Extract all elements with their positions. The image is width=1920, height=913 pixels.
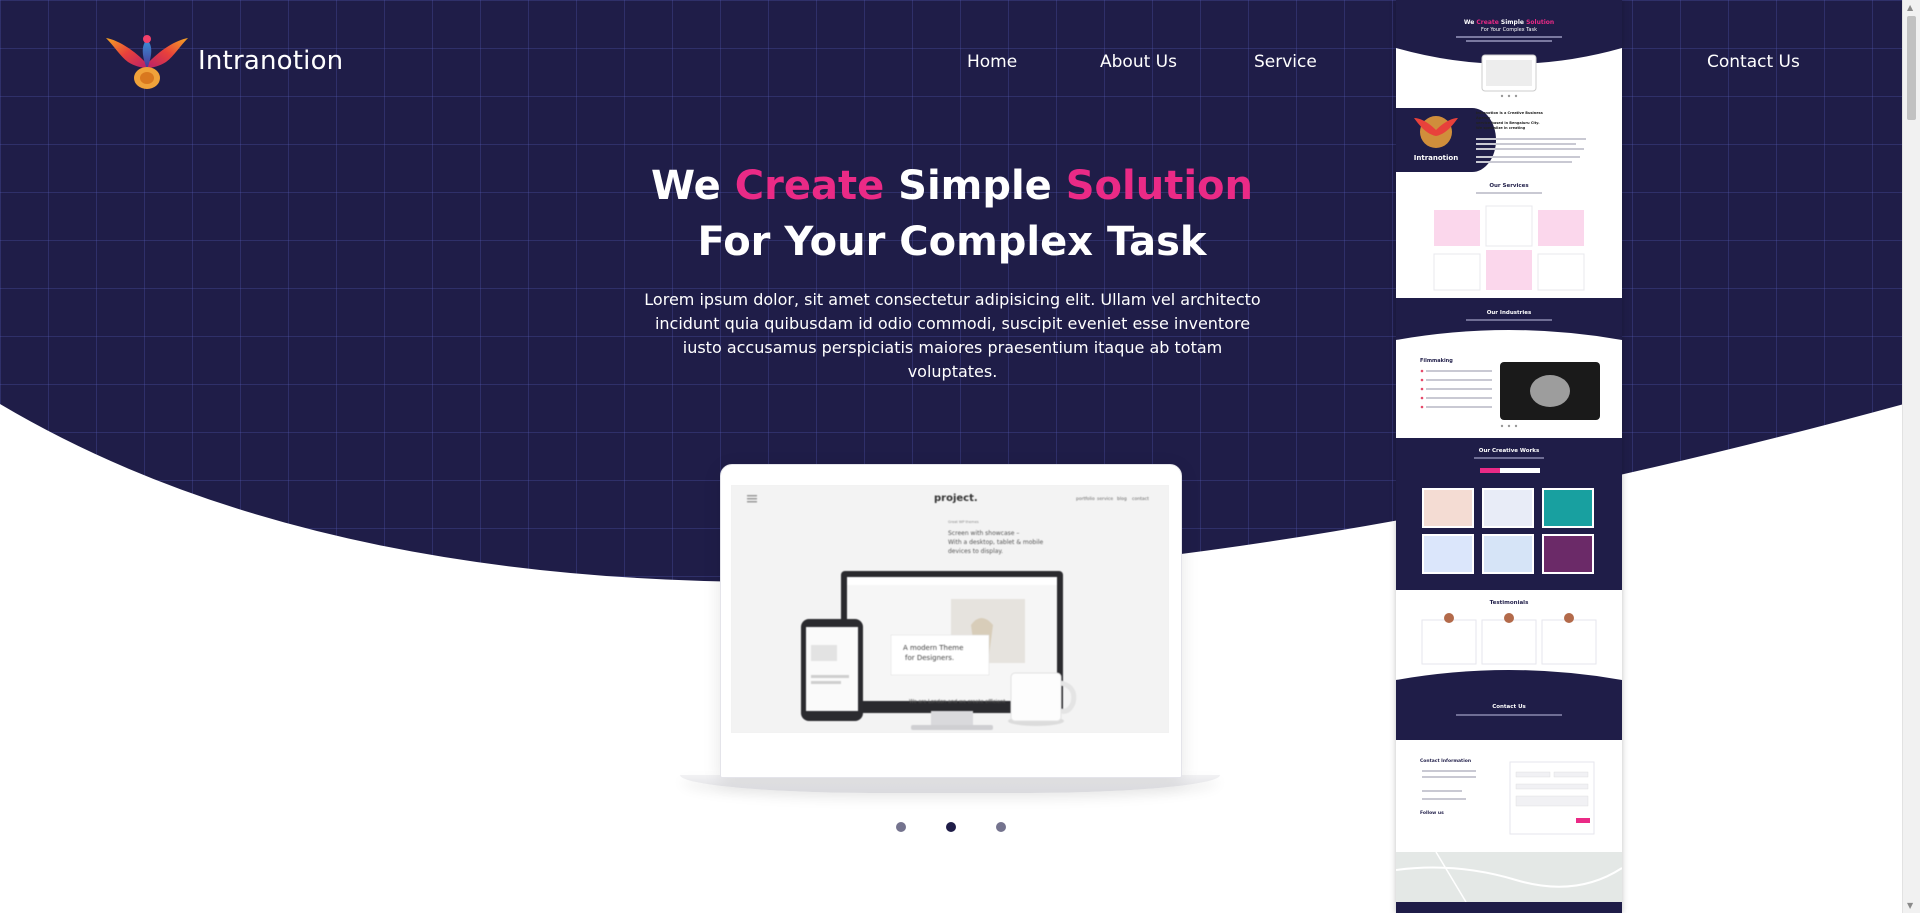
preview-title-create: Create: [1476, 19, 1498, 26]
preview-works-title: Our Creative Works: [1479, 448, 1540, 454]
hero-title-line2: For Your Complex Task: [697, 219, 1207, 265]
preview-follow-title: Follow us: [1420, 810, 1444, 816]
preview-about-line-0: Intranotion is a Creative Business: [1476, 111, 1543, 115]
preview-services-title: Our Services: [1489, 183, 1529, 189]
mockup-menu-0: portfolio: [1076, 496, 1095, 502]
preview-contact-info-title: Contact Information: [1420, 758, 1471, 764]
preview-title-simple: Simple: [1501, 19, 1524, 26]
preview-about-line-2: service based in Bengaluru City.: [1476, 121, 1540, 125]
nav-about-link[interactable]: About Us: [1100, 52, 1177, 72]
laptop-screen: project. portfolio service blog contact …: [731, 485, 1169, 733]
carousel-dot-1[interactable]: [896, 822, 906, 832]
mockup-menu-1: service: [1097, 496, 1113, 502]
mockup-small-heading: Great WP themes: [948, 520, 979, 524]
page-preview-image: We Create Simple Solution For Your Compl…: [1396, 0, 1622, 913]
mockup-menu-3: contact: [1132, 496, 1149, 502]
hero-title-simple: Simple: [898, 163, 1052, 209]
mockup-monitor-headline-1: for Designers.: [905, 654, 954, 662]
mockup-brand: project.: [934, 493, 978, 504]
preview-contact-title: Contact Us: [1492, 704, 1526, 710]
nav-service-link[interactable]: Service: [1254, 52, 1317, 72]
preview-title-we: We: [1464, 19, 1474, 26]
preview-testimonials-title: Testimonials: [1490, 600, 1529, 606]
preview-about-line-3: We specialize in creating: [1476, 126, 1526, 130]
page-preview-overlay[interactable]: We Create Simple Solution For Your Compl…: [1396, 0, 1622, 913]
scrollbar-thumb[interactable]: [1907, 16, 1916, 120]
mockup-headline-1: With a desktop, tablet & mobile: [948, 539, 1044, 546]
laptop-mockup: project. portfolio service blog contact …: [720, 464, 1182, 778]
nav-contact-link[interactable]: Contact Us: [1707, 52, 1800, 72]
carousel-dot-2[interactable]: [946, 822, 956, 832]
mockup-headline-2: devices to display.: [948, 548, 1003, 555]
mockup-screenshot: project. portfolio service blog contact …: [731, 485, 1169, 733]
preview-industries-title: Our Industries: [1487, 310, 1532, 316]
mockup-menu-2: blog: [1117, 496, 1127, 502]
preview-title-line2: For Your Complex Task: [1481, 27, 1537, 33]
preview-about-line-1: Agency: [1476, 116, 1491, 120]
window-scrollbar[interactable]: ▲ ▼: [1902, 0, 1920, 913]
nav-home-link[interactable]: Home: [967, 52, 1017, 72]
hero-title: We Create Simple Solution For Your Compl…: [552, 158, 1352, 270]
preview-about-brand: Intranotion: [1414, 154, 1458, 162]
hero-description: Lorem ipsum dolor, sit amet consectetur …: [644, 290, 1261, 381]
scroll-down-arrow-icon[interactable]: ▼: [1907, 901, 1913, 910]
carousel-dots: [896, 822, 1006, 832]
svg-text:We Create Simple: We Create Simple Solution: [1464, 19, 1554, 26]
mockup-monitor-headline-0: A modern Theme: [903, 644, 963, 652]
carousel-dot-3[interactable]: [996, 822, 1006, 832]
mockup-headline-0: Screen with showcase –: [948, 530, 1019, 537]
preview-filmmaking-title: Filmmaking: [1420, 358, 1453, 364]
hero-title-solution: Solution: [1065, 163, 1254, 209]
scroll-up-arrow-icon[interactable]: ▲: [1907, 3, 1913, 12]
preview-title-solution: Solution: [1526, 19, 1554, 26]
hero-title-we: We: [650, 163, 721, 209]
mockup-monitor-caption: We are London and we create efficient: [909, 699, 1005, 705]
hero-title-create: Create: [734, 163, 885, 209]
